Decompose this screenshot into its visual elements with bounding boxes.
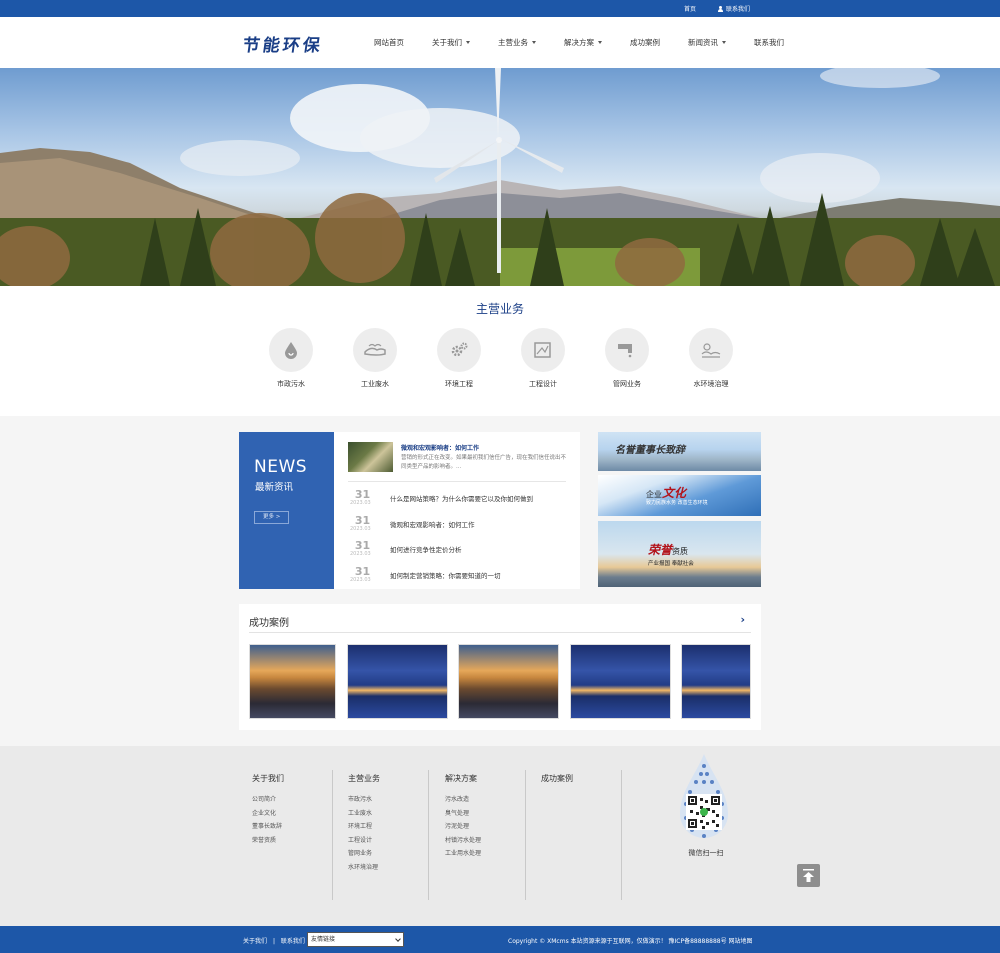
business-item-industrial[interactable]: 工业废水 (353, 328, 397, 389)
chevron-right-icon[interactable]: › (740, 613, 745, 626)
footer-link[interactable]: 污水改造 (445, 794, 481, 808)
friend-links-select[interactable]: 友情链接 (307, 932, 404, 947)
cases-title: 成功案例 (249, 618, 289, 629)
footer-link[interactable]: 工业用水处理 (445, 848, 481, 862)
banner-honors[interactable]: 荣誉资质 产业报国 奉献社会 (598, 521, 761, 587)
landscape-icon (701, 343, 721, 358)
main-nav: 网站首页 关于我们 主营业务 解决方案 成功案例 新闻资讯 联系我们 (360, 17, 798, 68)
nav-item-cases[interactable]: 成功案例 (616, 37, 674, 48)
news-title-cn: 最新资讯 (255, 482, 294, 493)
footer-link[interactable]: 环境工程 (348, 821, 380, 835)
bottom-bar: 关于我们 | 联系我们 友情链接 Copyright © XMcms 本站资源来… (0, 926, 1000, 953)
business-section: 主营业务 市政污水 工业废水 环境工程 工程设计 管网业务 水环境治理 (0, 286, 1000, 416)
qr-label: 微信扫一扫 (688, 849, 724, 857)
news-list-panel: 微观和宏观影响者：如何工作 营销的形式正在改变。如果最初我们信任广告，现在我们信… (334, 432, 580, 589)
side-banners: 名誉董事长致辞 企业文化 致力民族水务 改善生态环境 荣誉资质 产业报国 奉献社… (598, 432, 761, 587)
qr-droplet-icon (680, 754, 728, 838)
news-featured[interactable]: 微观和宏观影响者：如何工作 营销的形式正在改变。如果最初我们信任广告，现在我们信… (348, 442, 566, 482)
divider (249, 632, 751, 633)
business-item-design[interactable]: 工程设计 (521, 328, 565, 389)
footer-col-business: 主营业务 市政污水 工业废水 环境工程 工程设计 管网业务 水环境治理 (348, 773, 380, 875)
banner-chairman-speech[interactable]: 名誉董事长致辞 (598, 432, 761, 471)
wind-turbine-landscape (0, 68, 1000, 286)
nav-item-home[interactable]: 网站首页 (360, 37, 418, 48)
gears-icon (451, 342, 468, 357)
cases-section: 成功案例 › (239, 604, 761, 730)
caret-down-icon (598, 41, 602, 44)
business-item-municipal[interactable]: 市政污水 (269, 328, 313, 389)
news-section: NEWS 最新资讯 更多 > 微观和宏观影响者：如何工作 营销的形式正在改变。如… (239, 432, 761, 589)
footer-col-about: 关于我们 公司简介 企业文化 董事长致辞 荣誉资质 (252, 773, 284, 848)
news-featured-title[interactable]: 微观和宏观影响者：如何工作 (401, 443, 479, 452)
case-image[interactable] (347, 644, 448, 719)
nav-item-business[interactable]: 主营业务 (484, 37, 550, 48)
business-item-water-env[interactable]: 水环境治理 (689, 328, 733, 389)
footer-link[interactable]: 董事长致辞 (252, 821, 284, 835)
news-block: NEWS 最新资讯 更多 > (239, 432, 334, 589)
divider (332, 770, 333, 900)
case-image[interactable] (681, 644, 751, 719)
footer-link[interactable]: 市政污水 (348, 794, 380, 808)
case-image[interactable] (570, 644, 671, 719)
nav-item-contact[interactable]: 联系我们 (740, 37, 798, 48)
caret-down-icon (722, 41, 726, 44)
person-icon (717, 6, 723, 12)
bottom-contact-link[interactable]: 联系我们 (281, 938, 305, 945)
news-more-button[interactable]: 更多 > (254, 511, 289, 524)
nav-item-news[interactable]: 新闻资讯 (674, 37, 740, 48)
footer-link[interactable]: 工业废水 (348, 808, 380, 822)
divider (621, 770, 622, 900)
nav-item-about[interactable]: 关于我们 (418, 37, 484, 48)
footer-link[interactable]: 臭气处理 (445, 808, 481, 822)
footer-link[interactable]: 公司简介 (252, 794, 284, 808)
news-title-en: NEWS (254, 457, 308, 477)
news-featured-desc: 营销的形式正在改变。如果最初我们信任广告，现在我们信任说出不同类型产品的影响者。… (401, 455, 567, 470)
business-item-environment[interactable]: 环境工程 (437, 328, 481, 389)
hero-banner (0, 68, 1000, 286)
footer-link[interactable]: 企业文化 (252, 808, 284, 822)
caret-down-icon (466, 41, 470, 44)
top-bar: 首页 联系我们 (0, 0, 1000, 17)
footer-col-solutions: 解决方案 污水改造 臭气处理 污泥处理 村镇污水处理 工业用水处理 (445, 773, 481, 862)
footer-link[interactable]: 荣誉资质 (252, 835, 284, 849)
water-drop-icon (285, 342, 297, 359)
header: 节能环保 网站首页 关于我们 主营业务 解决方案 成功案例 新闻资讯 联系我们 (0, 17, 1000, 68)
top-home-link[interactable]: 首页 (684, 4, 696, 13)
arrow-up-icon (803, 869, 814, 882)
bottom-about-link[interactable]: 关于我们 (243, 938, 267, 945)
back-to-top-button[interactable] (797, 864, 820, 887)
caret-down-icon (532, 41, 536, 44)
nav-item-solutions[interactable]: 解决方案 (550, 37, 616, 48)
faucet-icon (618, 344, 632, 358)
divider (428, 770, 429, 900)
footer-link[interactable]: 污泥处理 (445, 821, 481, 835)
site-logo[interactable]: 节能环保 (241, 31, 325, 56)
footer-link[interactable]: 水环境治理 (348, 862, 380, 876)
footer-link[interactable]: 村镇污水处理 (445, 835, 481, 849)
divider (525, 770, 526, 900)
news-featured-thumbnail[interactable] (348, 442, 393, 472)
copyright-text: Copyright © XMcms 本站资源来源于互联网，仅做演示！ 豫ICP备… (508, 938, 753, 945)
footer-link[interactable]: 管网业务 (348, 848, 380, 862)
case-image[interactable] (458, 644, 559, 719)
wechat-qr-code (676, 752, 732, 846)
business-title: 主营业务 (475, 302, 524, 316)
footer-link[interactable]: 工程设计 (348, 835, 380, 849)
business-item-pipeline[interactable]: 管网业务 (605, 328, 649, 389)
top-contact-link[interactable]: 联系我们 (717, 4, 750, 13)
blueprint-icon (534, 342, 551, 358)
hand-water-icon (364, 343, 386, 356)
case-image[interactable] (249, 644, 336, 719)
banner-corporate-culture[interactable]: 企业文化 致力民族水务 改善生态环境 (598, 475, 761, 516)
footer: 关于我们 公司简介 企业文化 董事长致辞 荣誉资质 主营业务 市政污水 工业废水… (0, 746, 1000, 926)
footer-col-cases: 成功案例 (541, 774, 573, 783)
